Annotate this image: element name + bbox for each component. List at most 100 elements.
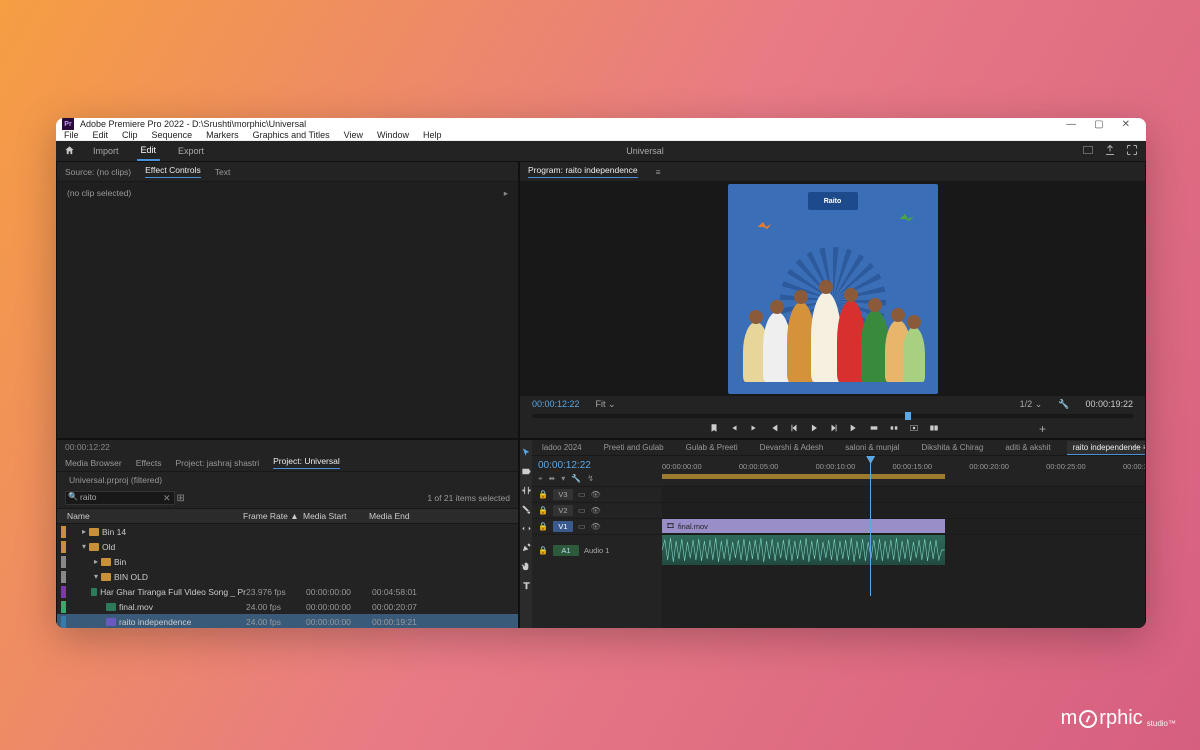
tab-effect-controls[interactable]: Effect Controls xyxy=(145,165,201,178)
sequence-tab[interactable]: Dikshita & Chirag xyxy=(916,441,990,454)
chevron-right-icon[interactable]: ▸ xyxy=(504,188,508,199)
lift-icon[interactable] xyxy=(869,420,879,438)
sequence-tab[interactable]: ladoo 2024 xyxy=(536,441,588,454)
program-scrubber[interactable] xyxy=(532,414,1133,418)
menu-graphics[interactable]: Graphics and Titles xyxy=(253,130,330,140)
timeline-timecode[interactable]: 00:00:12:22 xyxy=(538,460,656,471)
menu-markers[interactable]: Markers xyxy=(206,130,239,140)
marker-add-icon[interactable]: ▾ xyxy=(561,474,565,484)
lock-icon[interactable]: 🔒 xyxy=(538,546,548,555)
sequence-tab[interactable]: Devarshi & Adesh xyxy=(754,441,830,454)
new-bin-icon[interactable]: ⊞ xyxy=(177,493,185,504)
play-icon[interactable] xyxy=(809,420,819,438)
workspace-tab-edit[interactable]: Edit xyxy=(137,141,161,161)
tab-project-universal[interactable]: Project: Universal xyxy=(273,456,340,469)
minimize-button[interactable]: — xyxy=(1066,119,1076,130)
add-button-icon[interactable]: + xyxy=(1039,422,1046,436)
tab-program[interactable]: Program: raito independence xyxy=(528,165,638,178)
track-header-v1[interactable]: 🔒V1▭👁 xyxy=(532,518,662,534)
program-timecode[interactable]: 00:00:12:22 xyxy=(532,399,580,409)
eye-icon[interactable]: 👁 xyxy=(591,522,601,531)
chevron-icon[interactable]: ▾ xyxy=(82,542,89,551)
lock-icon[interactable]: 🔒 xyxy=(538,506,548,515)
settings-icon[interactable]: 🔧 xyxy=(1058,399,1069,410)
project-headers[interactable]: Name Frame Rate ▲ Media Start Media End xyxy=(57,508,518,524)
track-header-v3[interactable]: 🔒V3▭👁 xyxy=(532,486,662,502)
chevron-icon[interactable]: ▸ xyxy=(94,557,101,566)
resolution-select[interactable]: 1/2 ⌄ xyxy=(1020,399,1043,410)
zoom-fit-select[interactable]: Fit ⌄ xyxy=(596,399,616,410)
project-row[interactable]: raito independence24.00 fps00:00:00:0000… xyxy=(57,614,518,628)
menu-file[interactable]: File xyxy=(64,130,79,140)
sequence-tab[interactable]: Preeti and Gulab xyxy=(598,441,670,454)
share-icon[interactable] xyxy=(1104,144,1116,158)
fullscreen-icon[interactable] xyxy=(1126,144,1138,158)
sequence-tab[interactable]: Gulab & Preeti xyxy=(680,441,744,454)
chevron-icon[interactable]: ▾ xyxy=(94,572,101,581)
project-row[interactable]: ▾BIN OLD xyxy=(57,569,518,584)
snap-icon[interactable]: ⌖ xyxy=(538,474,543,484)
selection-tool-icon[interactable] xyxy=(520,446,532,458)
tab-effects[interactable]: Effects xyxy=(136,458,162,468)
go-to-in-icon[interactable] xyxy=(769,420,779,438)
track-header-v2[interactable]: 🔒V2▭👁 xyxy=(532,502,662,518)
project-row[interactable]: ▸Bin 14 xyxy=(57,524,518,539)
project-row[interactable]: ▾Old xyxy=(57,539,518,554)
menu-sequence[interactable]: Sequence xyxy=(152,130,193,140)
slip-tool-icon[interactable] xyxy=(520,522,532,534)
comparison-icon[interactable] xyxy=(929,420,939,438)
add-track-icon[interactable]: + xyxy=(1132,440,1139,454)
search-input[interactable]: raito xyxy=(65,491,175,505)
workspace-tab-import[interactable]: Import xyxy=(89,142,123,160)
close-button[interactable]: ✕ xyxy=(1122,119,1130,130)
wrench-icon[interactable]: ↯ xyxy=(587,474,594,484)
quick-export-icon[interactable] xyxy=(1082,144,1094,158)
eye-icon[interactable]: 👁 xyxy=(591,506,601,515)
ripple-tool-icon[interactable] xyxy=(520,484,532,496)
extract-icon[interactable] xyxy=(889,420,899,438)
home-icon[interactable] xyxy=(64,145,75,158)
menu-view[interactable]: View xyxy=(344,130,363,140)
pen-tool-icon[interactable] xyxy=(520,541,532,553)
titlebar[interactable]: Pr Adobe Premiere Pro 2022 - D:\Srushti\… xyxy=(56,118,1146,130)
work-area[interactable] xyxy=(662,474,945,479)
go-to-out-icon[interactable] xyxy=(849,420,859,438)
eye-icon[interactable]: 👁 xyxy=(591,490,601,499)
panel-menu-icon[interactable]: ≡ xyxy=(656,167,661,177)
step-back-icon[interactable] xyxy=(789,420,799,438)
type-tool-icon[interactable] xyxy=(520,579,532,591)
lock-icon[interactable]: 🔒 xyxy=(538,490,548,499)
track-select-tool-icon[interactable] xyxy=(520,465,532,477)
audio-clip[interactable] xyxy=(662,535,945,565)
workspace-tab-export[interactable]: Export xyxy=(174,142,208,160)
lock-icon[interactable]: 🔒 xyxy=(538,522,548,531)
step-fwd-icon[interactable] xyxy=(829,420,839,438)
hand-tool-icon[interactable] xyxy=(520,560,532,572)
menu-window[interactable]: Window xyxy=(377,130,409,140)
in-point-icon[interactable] xyxy=(729,420,739,438)
out-point-icon[interactable] xyxy=(749,420,759,438)
sequence-tab[interactable]: aditi & akshit xyxy=(999,441,1056,454)
project-row[interactable]: Har Ghar Tiranga Full Video Song _ Pr23.… xyxy=(57,584,518,599)
razor-tool-icon[interactable] xyxy=(520,503,532,515)
menu-help[interactable]: Help xyxy=(423,130,442,140)
clear-search-icon[interactable]: ✕ xyxy=(163,493,171,504)
marker-icon[interactable] xyxy=(709,420,719,438)
tab-media-browser[interactable]: Media Browser xyxy=(65,458,122,468)
tab-project-jashraj[interactable]: Project: jashraj shastri xyxy=(176,458,260,468)
time-ruler[interactable]: 00:00:00:0000:00:05:0000:00:10:0000:00:1… xyxy=(662,456,1146,486)
settings-wrench-icon[interactable]: 🔧 xyxy=(571,474,581,484)
tracks-area[interactable]: final.mov xyxy=(662,486,1146,628)
menu-edit[interactable]: Edit xyxy=(93,130,109,140)
video-clip[interactable]: final.mov xyxy=(662,519,945,533)
project-row[interactable]: final.mov24.00 fps00:00:00:0000:00:20:07 xyxy=(57,599,518,614)
linked-sel-icon[interactable]: ⬌ xyxy=(549,474,556,484)
sequence-tab[interactable]: saloni & munjal xyxy=(839,441,905,454)
playhead-icon[interactable] xyxy=(905,412,911,420)
project-row[interactable]: ▸Bin xyxy=(57,554,518,569)
timeline-playhead[interactable] xyxy=(870,456,871,596)
maximize-button[interactable]: ▢ xyxy=(1094,119,1103,130)
export-frame-icon[interactable] xyxy=(909,420,919,438)
chevron-icon[interactable]: ▸ xyxy=(82,527,89,536)
tab-text[interactable]: Text xyxy=(215,167,231,177)
